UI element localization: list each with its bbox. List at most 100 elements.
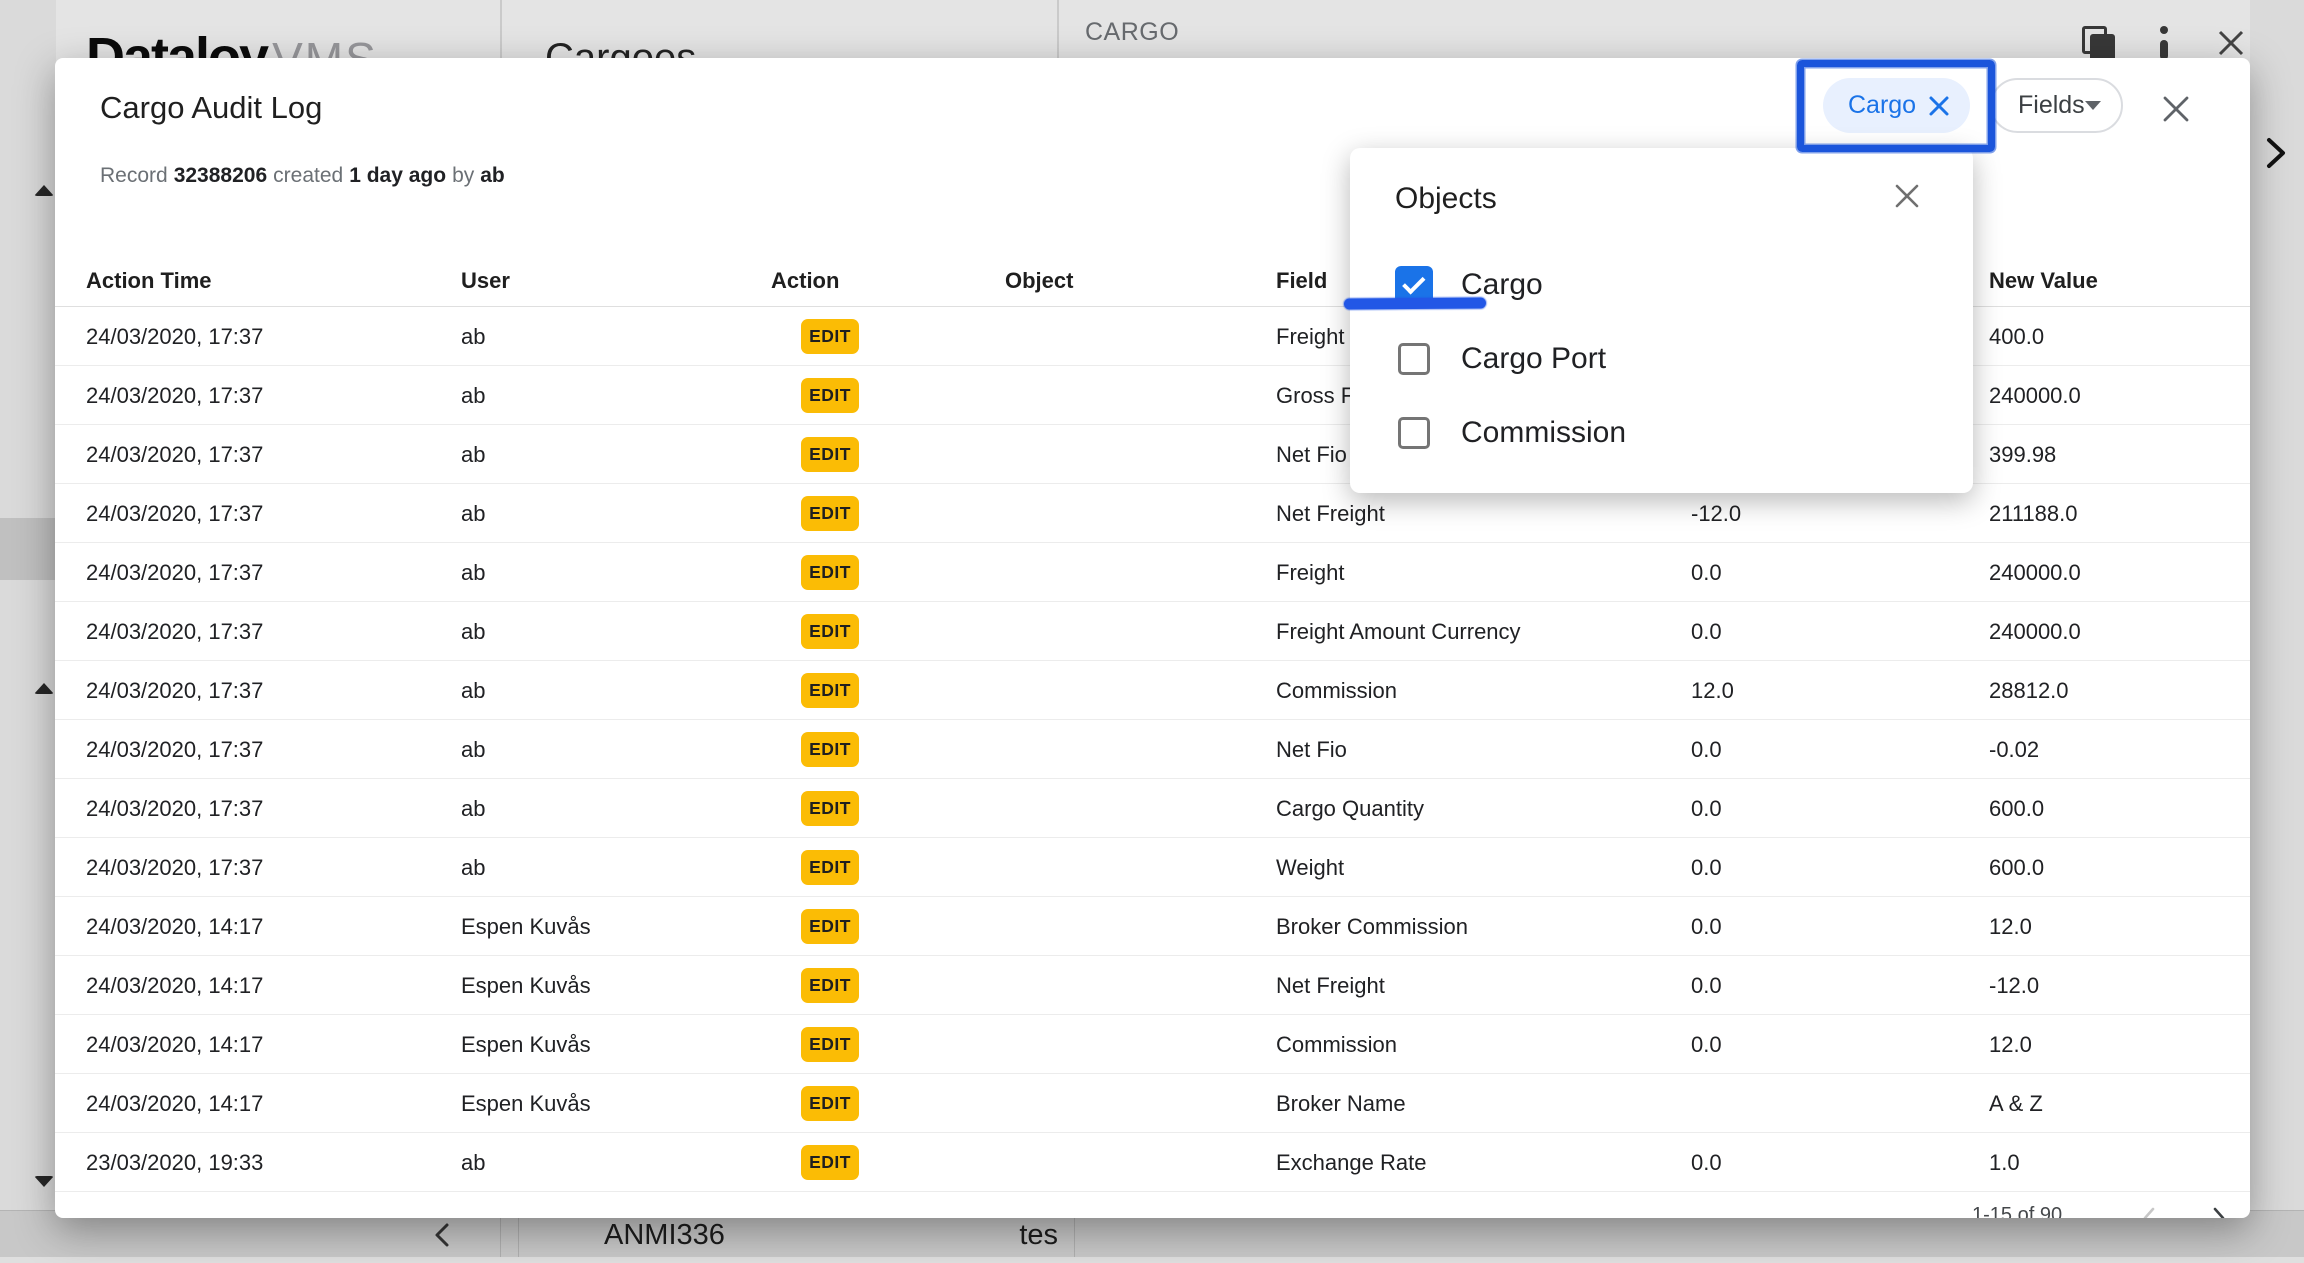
cell-new-value: -0.02 xyxy=(1989,720,2039,779)
cell-user: ab xyxy=(461,602,485,661)
cell-field: Weight xyxy=(1276,838,1344,897)
checkbox-unchecked-icon[interactable] xyxy=(1398,417,1430,449)
action-badge-edit: EDIT xyxy=(801,555,859,590)
fields-button-label: Fields xyxy=(2018,91,2085,120)
action-badge-edit: EDIT xyxy=(801,437,859,472)
fields-dropdown-button[interactable]: Fields xyxy=(1990,78,2123,133)
object-filter-chip[interactable]: Cargo xyxy=(1823,78,1970,133)
record-word: Record xyxy=(100,164,168,187)
audit-table-row[interactable]: 24/03/2020, 14:17Espen KuvåsEDITNet Frei… xyxy=(55,956,2250,1015)
cell-new-value: 240000.0 xyxy=(1989,543,2081,602)
cell-user: ab xyxy=(461,1133,485,1192)
option-label: Commission xyxy=(1461,416,1626,450)
record-user: ab xyxy=(480,164,505,187)
cell-user: Espen Kuvås xyxy=(461,897,591,956)
popup-close-icon[interactable] xyxy=(1893,182,1921,210)
action-badge-edit: EDIT xyxy=(801,850,859,885)
cell-old-value: 0.0 xyxy=(1691,779,1722,838)
cell-new-value: 240000.0 xyxy=(1989,366,2081,425)
objects-option-cargo-port[interactable]: Cargo Port xyxy=(1395,326,1915,392)
cell-action-time: 24/03/2020, 17:37 xyxy=(86,602,263,661)
cell-new-value: 399.98 xyxy=(1989,425,2056,484)
action-badge-edit: EDIT xyxy=(801,791,859,826)
cell-field: Net Freight xyxy=(1276,956,1385,1015)
column-header-action-time: Action Time xyxy=(86,268,212,294)
cell-action-time: 24/03/2020, 17:37 xyxy=(86,484,263,543)
cell-old-value: 0.0 xyxy=(1691,543,1722,602)
objects-option-commission[interactable]: Commission xyxy=(1395,400,1915,466)
action-badge-edit: EDIT xyxy=(801,378,859,413)
cell-new-value: 12.0 xyxy=(1989,897,2032,956)
record-id: 32388206 xyxy=(174,164,267,187)
pagination-prev-icon[interactable] xyxy=(2140,1206,2158,1218)
action-badge-edit: EDIT xyxy=(801,1145,859,1180)
cell-field: Freight xyxy=(1276,543,1344,602)
audit-table-row[interactable]: 23/03/2020, 19:33 ab EDIT Exchange Rate 0.0 1… xyxy=(55,1133,2250,1192)
audit-table-row[interactable]: 24/03/2020, 14:17Espen KuvåsEDITCommissi… xyxy=(55,1015,2250,1074)
action-badge-edit: EDIT xyxy=(801,732,859,767)
action-badge-edit: EDIT xyxy=(801,614,859,649)
cell-field: Net Fio xyxy=(1276,720,1347,779)
cell-user: ab xyxy=(461,307,485,366)
audit-table-row[interactable]: 24/03/2020, 17:37abEDITFreight Amount Cu… xyxy=(55,602,2250,661)
column-header-field: Field xyxy=(1276,268,1327,294)
audit-table-row[interactable]: 24/03/2020, 17:37abEDITWeight0.0600.0 xyxy=(55,838,2250,897)
record-summary: Record32388206created1 day agobyab xyxy=(100,164,511,188)
cell-user: ab xyxy=(461,543,485,602)
pagination-next-icon[interactable] xyxy=(2210,1206,2228,1218)
cell-action-time: 24/03/2020, 17:37 xyxy=(86,543,263,602)
cell-user: ab xyxy=(461,484,485,543)
cell-action-time: 24/03/2020, 17:37 xyxy=(86,838,263,897)
action-badge-edit: EDIT xyxy=(801,1027,859,1062)
dialog-title: Cargo Audit Log xyxy=(100,90,322,126)
chip-label: Cargo xyxy=(1848,91,1916,120)
cell-field: Exchange Rate xyxy=(1276,1133,1426,1192)
pagination-range-label: 1-15 of 90 xyxy=(1972,1204,2062,1218)
cell-action-time: 24/03/2020, 17:37 xyxy=(86,307,263,366)
cell-new-value: 1.0 xyxy=(1989,1133,2020,1192)
cell-field: Broker Name xyxy=(1276,1074,1406,1133)
action-badge-edit: EDIT xyxy=(801,496,859,531)
record-age: 1 day ago xyxy=(349,164,446,187)
cell-user: Espen Kuvås xyxy=(461,1015,591,1074)
cell-user: ab xyxy=(461,779,485,838)
cell-field: Net Fio xyxy=(1276,425,1347,484)
option-label: Cargo Port xyxy=(1461,342,1606,376)
cell-new-value: 12.0 xyxy=(1989,1015,2032,1074)
cell-action-time: 24/03/2020, 17:37 xyxy=(86,661,263,720)
cell-user: ab xyxy=(461,838,485,897)
cell-field: Broker Commission xyxy=(1276,897,1468,956)
cell-action-time: 24/03/2020, 14:17 xyxy=(86,956,263,1015)
cell-new-value: 240000.0 xyxy=(1989,602,2081,661)
cell-new-value: 600.0 xyxy=(1989,838,2044,897)
chip-remove-icon[interactable] xyxy=(1928,95,1950,117)
audit-table-row[interactable]: 24/03/2020, 17:37abEDITCommission12.0288… xyxy=(55,661,2250,720)
checkbox-wrap xyxy=(1395,414,1433,452)
audit-table-row[interactable]: 24/03/2020, 14:17Espen KuvåsEDITBroker C… xyxy=(55,897,2250,956)
audit-table-row[interactable]: 24/03/2020, 14:17Espen KuvåsEDITBroker N… xyxy=(55,1074,2250,1133)
cell-new-value: -12.0 xyxy=(1989,956,2039,1015)
popup-title: Objects xyxy=(1395,182,1497,216)
cell-action-time: 24/03/2020, 17:37 xyxy=(86,779,263,838)
cell-user: ab xyxy=(461,661,485,720)
audit-table-row[interactable]: 24/03/2020, 17:37abEDITNet Fio0.0-0.02 xyxy=(55,720,2250,779)
cell-old-value: 0.0 xyxy=(1691,1015,1722,1074)
dialog-close-icon[interactable] xyxy=(2160,93,2192,125)
cell-old-value: 0.0 xyxy=(1691,602,1722,661)
cell-old-value: 0.0 xyxy=(1691,1133,1722,1192)
audit-table-row[interactable]: 24/03/2020, 17:37abEDITCargo Quantity0.0… xyxy=(55,779,2250,838)
cell-action-time: 24/03/2020, 14:17 xyxy=(86,1074,263,1133)
cell-old-value: 0.0 xyxy=(1691,720,1722,779)
cell-new-value: 28812.0 xyxy=(1989,661,2069,720)
action-badge-edit: EDIT xyxy=(801,319,859,354)
column-header-new-value: New Value xyxy=(1989,268,2098,294)
checkbox-unchecked-icon[interactable] xyxy=(1398,343,1430,375)
cell-new-value: 211188.0 xyxy=(1989,484,2078,543)
checkbox-wrap xyxy=(1395,340,1433,378)
cell-field: Commission xyxy=(1276,661,1397,720)
column-header-user: User xyxy=(461,268,510,294)
audit-table-row[interactable]: 24/03/2020, 17:37 ab EDIT Freight 0.0 240000.… xyxy=(55,543,2250,602)
cell-action-time: 23/03/2020, 19:33 xyxy=(86,1133,263,1192)
action-badge-edit: EDIT xyxy=(801,673,859,708)
action-badge-edit: EDIT xyxy=(801,909,859,944)
